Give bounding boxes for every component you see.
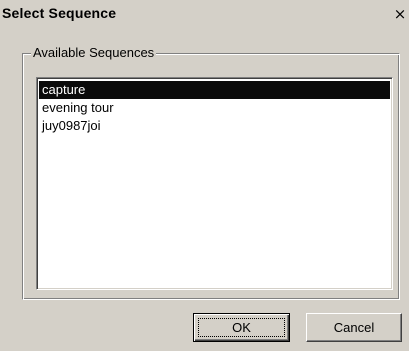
group-label: Available Sequences — [31, 45, 157, 60]
list-item-evening-tour[interactable]: evening tour — [39, 99, 390, 117]
ok-button-label: OK — [232, 320, 251, 335]
dialog-title: Select Sequence — [2, 5, 117, 21]
close-icon[interactable]: × — [392, 6, 408, 22]
title-bar[interactable]: Select Sequence × — [0, 0, 409, 27]
sequence-list[interactable]: capture evening tour juy0987joi — [36, 77, 393, 290]
select-sequence-dialog: Select Sequence × Available Sequences ca… — [0, 0, 409, 351]
cancel-button[interactable]: Cancel — [306, 313, 402, 342]
list-item-juy0987joi[interactable]: juy0987joi — [39, 117, 390, 135]
cancel-button-label: Cancel — [333, 320, 375, 335]
ok-button[interactable]: OK — [193, 313, 290, 342]
list-item-capture[interactable]: capture — [39, 81, 390, 99]
